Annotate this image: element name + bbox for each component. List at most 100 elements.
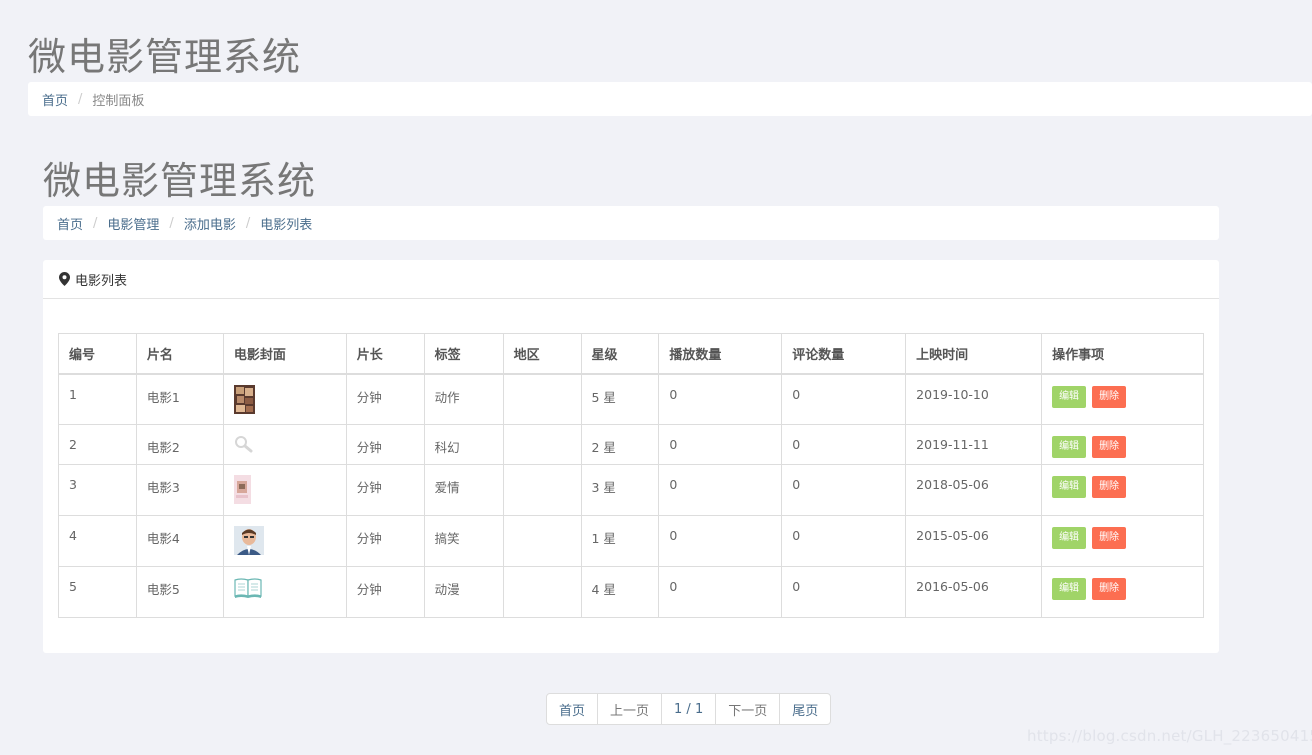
column-header: 编号 [58,333,137,375]
column-header: 评论数量 [781,333,907,375]
cell-stars: 3 星 [580,464,660,516]
cell-cover [222,373,347,425]
delete-button[interactable]: 删除 [1092,436,1127,458]
cell-duration: 分钟 [345,464,425,516]
cell-stars: 5 星 [580,373,660,425]
cell-actions: 编辑 删除 [1041,566,1204,618]
pagination: 首页 上一页 1 / 1 下一页 尾页 [546,693,832,725]
cell-comments: 0 [781,373,907,425]
breadcrumb-movie-list-link[interactable]: 电影列表 [260,214,312,233]
breadcrumb-add-movie-link[interactable]: 添加电影 [184,214,236,233]
cell-comments: 0 [781,515,907,567]
breadcrumb-home-link[interactable]: 首页 [57,214,83,233]
cell-region [502,373,582,425]
breadcrumb-separator: / [78,91,83,107]
cell-plays: 0 [658,424,783,465]
edit-button[interactable]: 编辑 [1052,476,1087,498]
cell-plays: 0 [658,515,783,567]
cell-plays: 0 [658,464,783,516]
column-header: 片长 [345,333,425,375]
cell-tag: 爱情 [423,464,504,516]
column-header: 播放数量 [658,333,783,375]
cell-duration: 分钟 [345,566,425,618]
portrait-icon [233,526,264,555]
magnifier-icon [234,436,253,453]
cell-id: 5 [58,566,137,618]
table-row: 5 电影5 分钟 动漫 4 星 0 0 2016-05-06 编辑 删除 [58,566,1204,618]
cell-tag: 动漫 [423,566,504,618]
cell-id: 1 [58,373,137,425]
cell-cover [222,464,347,516]
delete-button[interactable]: 删除 [1092,527,1127,549]
next-page-button[interactable]: 下一页 [716,694,781,724]
breadcrumb-movie-manage-link[interactable]: 电影管理 [107,214,159,233]
first-page-button[interactable]: 首页 [547,694,599,724]
edit-button[interactable]: 编辑 [1052,436,1087,458]
prev-page-button[interactable]: 上一页 [598,694,663,724]
cell-stars: 1 星 [580,515,660,567]
table-row: 2 电影2 分钟 科幻 2 星 0 0 2019-11-11 编辑 删除 [58,424,1204,465]
cell-cover [222,515,347,567]
cell-region [502,515,582,567]
table-row: 3 电影3 分钟 爱情 3 星 0 0 2018-05-06 编辑 删除 [58,464,1204,516]
cell-comments: 0 [781,464,907,516]
breadcrumb-separator: / [93,215,98,231]
cell-name: 电影1 [135,373,224,425]
cell-cover [222,566,347,618]
cell-stars: 4 星 [580,566,660,618]
cell-date: 2018-05-06 [905,464,1043,516]
cell-name: 电影2 [135,424,224,465]
watermark: https://blog.csdn.net/GLH_2236504154 [1027,727,1312,745]
cell-actions: 编辑 删除 [1041,515,1204,567]
edit-button[interactable]: 编辑 [1052,527,1087,549]
column-header: 操作事项 [1041,333,1204,375]
app-title: 微电影管理系统 [28,35,302,79]
column-header: 地区 [502,333,582,375]
cell-stars: 2 星 [580,424,660,465]
column-header: 电影封面 [222,333,347,375]
panel-title: 电影列表 [75,273,128,289]
outer-breadcrumb: 首页 / 控制面板 [28,82,1312,116]
cell-tag: 动作 [423,373,504,425]
inner-breadcrumb: 首页 / 电影管理 / 添加电影 / 电影列表 [43,206,1219,240]
cell-date: 2019-11-11 [905,424,1043,465]
cover-photo-icon [233,384,255,414]
cell-id: 3 [58,464,137,516]
cell-cover [222,424,347,465]
table-row: 1 电影1 分钟 动作 5 星 0 0 2019-10-10 编辑 删除 [58,373,1204,425]
cell-date: 2019-10-10 [905,373,1043,425]
cell-plays: 0 [658,373,783,425]
table-row: 4 电影4 分钟 搞笑 1 星 0 0 2015-05-06 编辑 删除 [58,515,1204,567]
map-marker-icon [59,272,70,286]
page-title: 微电影管理系统 [43,159,317,203]
delete-button[interactable]: 删除 [1092,578,1127,600]
cell-actions: 编辑 删除 [1041,373,1204,425]
cell-name: 电影4 [135,515,224,567]
cell-name: 电影3 [135,464,224,516]
breadcrumb-separator: / [169,215,174,231]
edit-button[interactable]: 编辑 [1052,385,1087,408]
cell-actions: 编辑 删除 [1041,464,1204,516]
cell-tag: 科幻 [423,424,504,465]
movie-list-panel: 电影列表 编号 片名 电影封面 片长 标签 地区 星级 播放数量 评论数量 上映… [43,260,1219,653]
cell-date: 2016-05-06 [905,566,1043,618]
breadcrumb-current: 控制面板 [92,93,145,109]
column-header: 标签 [423,333,504,375]
cell-region [502,566,582,618]
movie-table: 编号 片名 电影封面 片长 标签 地区 星级 播放数量 评论数量 上映时间 操作… [58,333,1204,618]
cell-duration: 分钟 [345,373,425,425]
breadcrumb-separator: / [245,215,251,231]
cell-comments: 0 [781,424,907,465]
cell-actions: 编辑 删除 [1041,424,1204,465]
panel-header: 电影列表 [43,260,1219,299]
last-page-button[interactable]: 尾页 [780,694,830,724]
column-header: 星级 [580,333,660,375]
edit-button[interactable]: 编辑 [1052,578,1087,600]
cell-plays: 0 [658,566,783,618]
delete-button[interactable]: 删除 [1092,476,1127,498]
cell-id: 4 [58,515,137,567]
delete-button[interactable]: 删除 [1092,385,1127,408]
breadcrumb-home-link[interactable]: 首页 [42,90,68,109]
cell-name: 电影5 [135,566,224,618]
cell-duration: 分钟 [345,515,425,567]
